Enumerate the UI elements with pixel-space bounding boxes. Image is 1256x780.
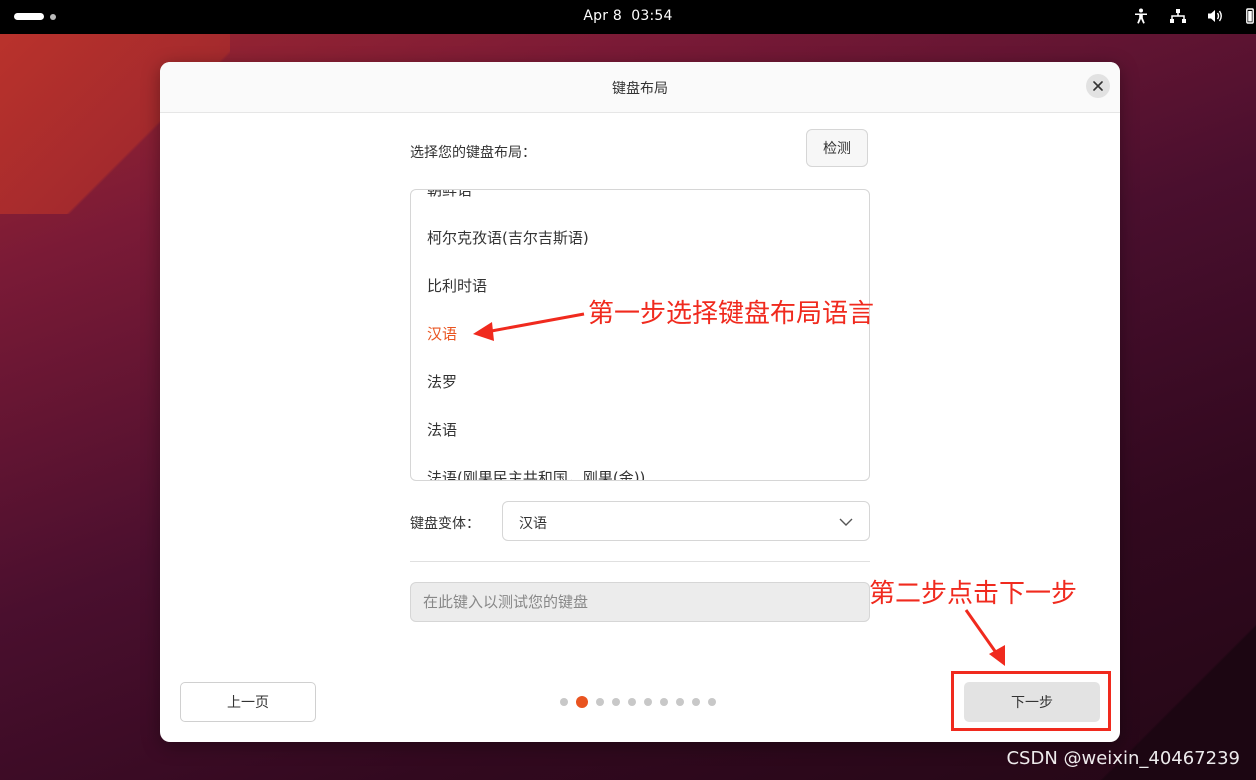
annotation-highlight-box [951,671,1111,731]
annotation-step2: 第二步点击下一步 [869,579,1078,609]
arrow-step1-line [485,312,585,334]
annotation-step1: 第一步选择键盘布局语言 [588,299,875,329]
arrow-step1-head [473,322,494,341]
annotation-arrows [473,312,1005,666]
watermark: CSDN @weixin_40467239 [1006,748,1240,769]
arrow-step2-line [964,609,999,655]
